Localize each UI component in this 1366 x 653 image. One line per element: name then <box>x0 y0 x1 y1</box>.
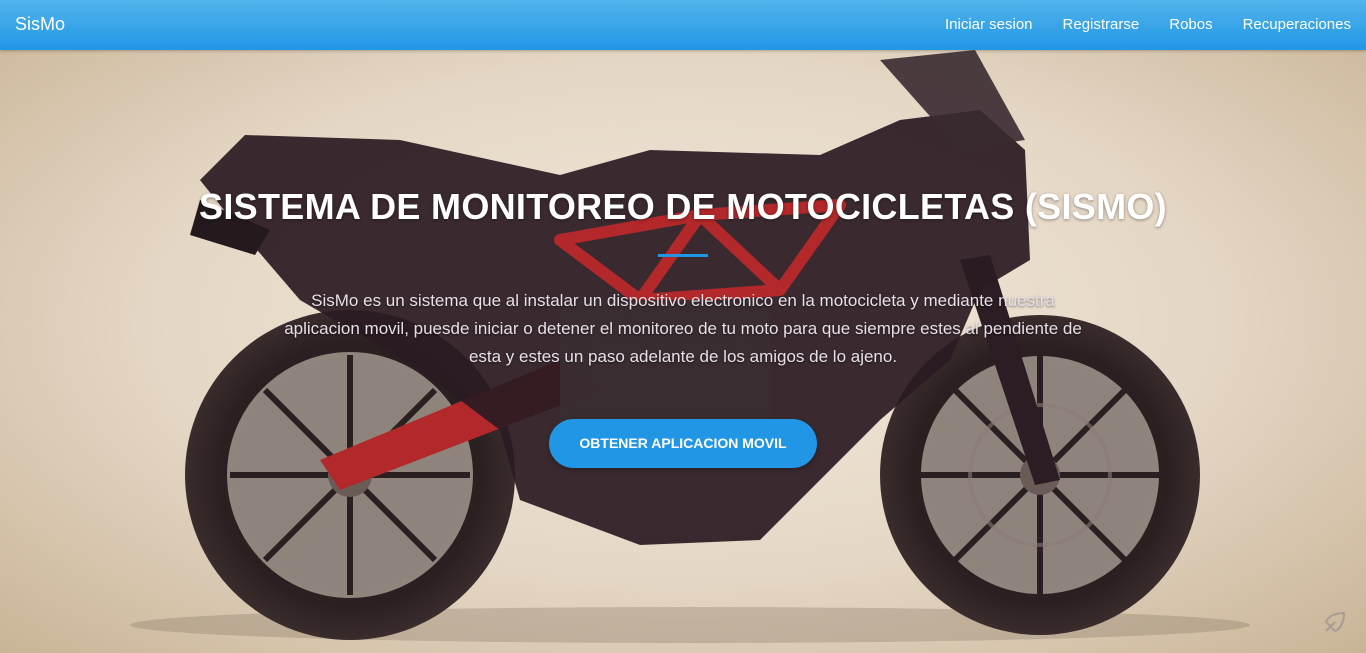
nav-link-thefts[interactable]: Robos <box>1169 16 1212 33</box>
hero-title: SISTEMA DE MONITOREO DE MOTOCICLETAS (SI… <box>199 186 1167 227</box>
hero-section: SISTEMA DE MONITOREO DE MOTOCICLETAS (SI… <box>0 50 1366 653</box>
hero-description: SisMo es un sistema que al instalar un d… <box>284 291 1082 366</box>
nav-item-register: Registrarse <box>1063 16 1140 34</box>
nav-link-login[interactable]: Iniciar sesion <box>945 16 1033 33</box>
nav-item-login: Iniciar sesion <box>945 16 1033 34</box>
nav-link-register[interactable]: Registrarse <box>1063 16 1140 33</box>
brand-link[interactable]: SisMo <box>15 14 65 35</box>
nav-link-recoveries[interactable]: Recuperaciones <box>1243 16 1351 33</box>
nav-item-recoveries: Recuperaciones <box>1243 16 1351 34</box>
get-mobile-app-button[interactable]: OBTENER APLICACION MOVIL <box>549 419 817 468</box>
title-divider <box>658 254 708 257</box>
top-navbar: SisMo Iniciar sesion Registrarse Robos R… <box>0 0 1366 50</box>
feather-icon <box>1325 612 1345 632</box>
nav-item-thefts: Robos <box>1169 16 1212 34</box>
nav-menu: Iniciar sesion Registrarse Robos Recuper… <box>915 0 1351 50</box>
